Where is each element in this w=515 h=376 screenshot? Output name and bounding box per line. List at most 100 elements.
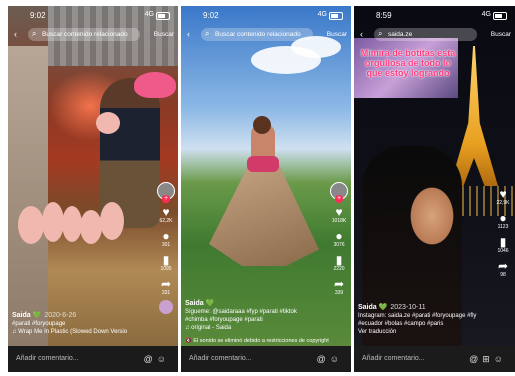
search-input[interactable]: ⌕ saida.ze bbox=[374, 28, 477, 41]
magnifier-icon: ⌕ bbox=[205, 29, 210, 38]
search-placeholder: Buscar contenido relacionado bbox=[42, 31, 128, 38]
status-bar: 9:02 4G bbox=[181, 6, 351, 24]
comment-count: 3076 bbox=[333, 242, 345, 248]
battery-icon bbox=[493, 12, 507, 20]
bookmark-icon[interactable]: ▮ bbox=[493, 236, 513, 248]
username[interactable]: Saida 💚 2020-6-26 bbox=[12, 312, 142, 320]
caption[interactable]: Sígueme: @saidaraaa #fyp #parati #tiktok… bbox=[185, 308, 315, 324]
speech-bubble-icon[interactable]: ● bbox=[493, 212, 513, 224]
overlay-text: Mimira de botitas esta orgullosa de todo… bbox=[360, 48, 456, 78]
speech-bubble-icon[interactable]: ● bbox=[329, 230, 349, 242]
search-input[interactable]: ⌕ Buscar contenido relacionado bbox=[28, 28, 140, 41]
pink-top bbox=[247, 156, 279, 172]
magnifier-icon: ⌕ bbox=[32, 29, 37, 38]
search-placeholder: Buscar contenido relacionado bbox=[215, 31, 301, 38]
network-label: 4G bbox=[144, 11, 154, 18]
magnifier-icon: ⌕ bbox=[378, 29, 383, 38]
video-frame[interactable] bbox=[181, 6, 351, 346]
smiley-icon[interactable]: ☺ bbox=[157, 354, 170, 364]
action-rail: ♥ 22,9K ● 1123 ▮ 1046 ➦ 98 bbox=[493, 182, 513, 278]
post-date: 2020-6-26 bbox=[44, 312, 77, 319]
video-info: Saida 💚 Sígueme: @saidaraaa #fyp #parati… bbox=[185, 300, 315, 332]
search-button[interactable]: Buscar bbox=[491, 31, 511, 38]
comment-count: 301 bbox=[161, 242, 171, 248]
speech-bubble-icon[interactable]: ● bbox=[156, 230, 176, 242]
copyright-notice: 🔇 El sonido se eliminó debido a restricc… bbox=[185, 338, 329, 344]
video-frame[interactable]: Mimira de botitas esta orgullosa de todo… bbox=[354, 6, 515, 346]
comment-bar: Añadir comentario... @☺ bbox=[181, 346, 351, 372]
comment-input[interactable]: Añadir comentario... bbox=[362, 355, 425, 362]
at-icon[interactable]: @ bbox=[317, 354, 330, 364]
battery-icon bbox=[156, 12, 170, 20]
comment-input[interactable]: Añadir comentario... bbox=[16, 355, 79, 362]
piglet bbox=[18, 206, 44, 244]
username[interactable]: Saida 💚 2023-10-11 bbox=[358, 304, 486, 312]
music-disc-icon[interactable] bbox=[159, 300, 173, 314]
caption[interactable]: #parati #foryoupage bbox=[12, 320, 142, 328]
share-arrow-icon[interactable]: ➦ bbox=[493, 260, 513, 272]
like-count: 22,9K bbox=[496, 200, 510, 206]
piglet bbox=[96, 112, 120, 134]
share-count: 339 bbox=[334, 290, 344, 296]
avatar[interactable]: + bbox=[330, 182, 348, 203]
caption[interactable]: Instagram: saida.ze #parati #foryoupage … bbox=[358, 312, 486, 328]
piglet bbox=[62, 206, 82, 242]
at-icon[interactable]: @ bbox=[469, 354, 482, 364]
music-title[interactable]: ♫ Wrap Me In Plastic (Slowed Down Versio bbox=[12, 328, 142, 336]
share-count: 98 bbox=[500, 272, 506, 278]
phone-panel-2: 9:02 4G ‹ ⌕ Buscar contenido relacionado… bbox=[181, 6, 351, 372]
network-label: 4G bbox=[317, 11, 327, 18]
comment-bar: Añadir comentario... @⊞☺ bbox=[354, 346, 515, 372]
like-count: 62,2K bbox=[159, 218, 173, 224]
bookmark-icon[interactable]: ▮ bbox=[329, 254, 349, 266]
share-count: 331 bbox=[161, 290, 171, 296]
save-count: 1095 bbox=[160, 266, 172, 272]
save-count: 1046 bbox=[497, 248, 509, 254]
post-date: 2023-10-11 bbox=[390, 304, 426, 311]
action-rail: + ♥ 1018K ● 3076 ▮ 2220 ➦ 339 bbox=[329, 182, 349, 296]
heart-icon[interactable]: ♥ bbox=[329, 206, 349, 218]
status-time: 9:02 bbox=[30, 11, 46, 20]
status-time: 9:02 bbox=[203, 11, 219, 20]
music-title[interactable]: ♫ original - Saida bbox=[185, 324, 315, 332]
share-arrow-icon[interactable]: ➦ bbox=[329, 278, 349, 290]
search-value: saida.ze bbox=[388, 31, 413, 38]
leaf-dress bbox=[209, 156, 319, 266]
like-count: 1018K bbox=[331, 218, 347, 224]
search-input[interactable]: ⌕ Buscar contenido relacionado bbox=[201, 28, 313, 41]
chevron-left-icon[interactable]: ‹ bbox=[187, 29, 190, 39]
chevron-left-icon[interactable]: ‹ bbox=[360, 29, 363, 39]
video-info: Saida 💚 2020-6-26 #parati #foryoupage ♫ W… bbox=[12, 312, 142, 336]
gift-icon[interactable]: ⊞ bbox=[482, 354, 494, 364]
bookmark-icon[interactable]: ▮ bbox=[156, 254, 176, 266]
status-bar: 9:02 4G bbox=[8, 6, 178, 24]
translate-link[interactable]: Ver traducción bbox=[358, 328, 486, 336]
heart-icon[interactable]: ♥ bbox=[493, 188, 513, 200]
video-frame[interactable] bbox=[8, 6, 178, 346]
search-bar: ‹ ⌕ saida.ze Buscar bbox=[358, 28, 511, 42]
heart-icon[interactable]: ♥ bbox=[156, 206, 176, 218]
search-button[interactable]: Buscar bbox=[327, 31, 347, 38]
piglet bbox=[42, 202, 64, 242]
barn-wall bbox=[8, 46, 48, 346]
search-bar: ‹ ⌕ Buscar contenido relacionado Buscar bbox=[12, 28, 174, 42]
avatar[interactable]: + bbox=[157, 182, 175, 203]
status-time: 8:59 bbox=[376, 11, 392, 20]
piglet bbox=[80, 210, 102, 244]
at-icon[interactable]: @ bbox=[144, 354, 157, 364]
smiley-icon[interactable]: ☺ bbox=[494, 354, 507, 364]
search-bar: ‹ ⌕ Buscar contenido relacionado Buscar bbox=[185, 28, 347, 42]
chevron-left-icon[interactable]: ‹ bbox=[14, 29, 17, 39]
comment-input[interactable]: Añadir comentario... bbox=[189, 355, 252, 362]
follow-plus-icon[interactable]: + bbox=[162, 195, 170, 203]
username[interactable]: Saida 💚 bbox=[185, 300, 315, 308]
share-arrow-icon[interactable]: ➦ bbox=[156, 278, 176, 290]
action-rail: + ♥ 62,2K ● 301 ▮ 1095 ➦ 331 bbox=[156, 182, 176, 314]
piglet bbox=[100, 202, 124, 240]
search-button[interactable]: Buscar bbox=[154, 31, 174, 38]
follow-plus-icon[interactable]: + bbox=[335, 195, 343, 203]
smiley-icon[interactable]: ☺ bbox=[330, 354, 343, 364]
phone-panel-1: 9:02 4G ‹ ⌕ Buscar contenido relacionado… bbox=[8, 6, 178, 372]
video-info: Saida 💚 2023-10-11 Instagram: saida.ze #p… bbox=[358, 304, 486, 336]
comment-bar: Añadir comentario... @☺ bbox=[8, 346, 178, 372]
